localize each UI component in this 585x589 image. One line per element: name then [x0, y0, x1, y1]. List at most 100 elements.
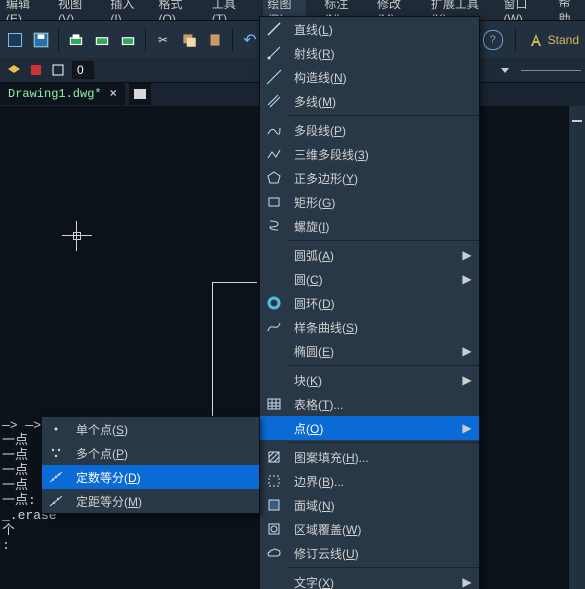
menu-item[interactable]: 圆弧(A)▶: [260, 243, 479, 267]
p3d-icon: [260, 142, 288, 166]
menu-item[interactable]: 多段线(P): [260, 118, 479, 142]
layer-box-icon[interactable]: [50, 62, 66, 78]
layer-icon[interactable]: [6, 62, 22, 78]
help-button[interactable]: ?: [483, 30, 503, 50]
draw-menu: 直线(L) 射线(R) 构造线(N) 多线(M) 多段线(P) 三维多段线(3) 正多边形(…: [259, 16, 480, 589]
menu-item[interactable]: 文字(X)▶: [260, 570, 479, 589]
donut-icon: [260, 291, 288, 315]
submenu-item[interactable]: 单个点(S): [42, 417, 259, 441]
document-tabs: Drawing1.dwg* ×: [0, 82, 151, 106]
blank-icon: [260, 416, 288, 440]
submenu-arrow-icon: ▶: [461, 373, 473, 387]
wipe-icon: [260, 517, 288, 541]
menu-item[interactable]: 构造线(N): [260, 65, 479, 89]
rect-icon: [260, 190, 288, 214]
undo-button[interactable]: ↶: [241, 31, 259, 49]
submenu-arrow-icon: ▶: [461, 344, 473, 358]
menu-item[interactable]: 多线(M): [260, 89, 479, 113]
menu-item-label: 多段线(P): [294, 122, 473, 139]
menu-item[interactable]: 表格(T)...: [260, 392, 479, 416]
submenu-item[interactable]: 定数等分(D): [42, 465, 259, 489]
standard-style[interactable]: Stand: [528, 32, 579, 48]
menu-item[interactable]: 面域(N): [260, 493, 479, 517]
menu-item-label: 块(K): [294, 372, 455, 389]
menu-item[interactable]: 圆环(D): [260, 291, 479, 315]
new-tab-button[interactable]: [129, 83, 151, 105]
menu-item-label: 螺旋(I): [294, 218, 473, 235]
blank-icon: [260, 339, 288, 363]
menu-item[interactable]: 修订云线(U): [260, 541, 479, 565]
menu-item[interactable]: 射线(R): [260, 41, 479, 65]
spline-icon: [260, 315, 288, 339]
menu-item[interactable]: 块(K) ▶: [260, 368, 479, 392]
menu-item-label: 射线(R): [294, 45, 473, 62]
new-button[interactable]: [6, 31, 24, 49]
menu-item[interactable]: 样条曲线(S): [260, 315, 479, 339]
submenu-arrow-icon: ▶: [461, 272, 473, 286]
menu-item-label: 椭圆(E): [294, 343, 455, 360]
submenu-item-label: 定数等分(D): [76, 469, 253, 486]
line-icon: [260, 17, 288, 41]
layer-name-field[interactable]: 0: [72, 61, 94, 79]
layer-state-icon[interactable]: [28, 62, 44, 78]
linetype-preview[interactable]: [521, 70, 581, 71]
menu-item[interactable]: 图案填充(H)...: [260, 445, 479, 469]
menu-item-label: 构造线(N): [294, 69, 473, 86]
cut-button[interactable]: ✂: [154, 31, 172, 49]
menu-item-label: 圆环(D): [294, 295, 473, 312]
copy-button[interactable]: [180, 31, 198, 49]
menu-item[interactable]: 点(O)▶: [260, 416, 479, 440]
hatch-icon: [260, 445, 288, 469]
bnd-icon: [260, 469, 288, 493]
dropdown-icon[interactable]: [501, 68, 509, 73]
close-tab-icon[interactable]: ×: [110, 83, 117, 105]
submenu-item[interactable]: 定距等分(M): [42, 489, 259, 513]
menu-item[interactable]: 椭圆(E) ▶: [260, 339, 479, 363]
submenu-item-label: 定距等分(M): [76, 493, 253, 510]
menu-item-label: 图案填充(H)...: [294, 449, 473, 466]
blank-icon: [260, 267, 288, 291]
region-icon: [260, 493, 288, 517]
helix-icon: [260, 214, 288, 238]
table-icon: [260, 392, 288, 416]
menu-item-label: 圆(C): [294, 271, 455, 288]
menu-item-label: 文字(X): [294, 574, 455, 589]
ptn-icon: [42, 441, 70, 465]
print-button[interactable]: [67, 31, 85, 49]
menu-item[interactable]: 边界(B)...: [260, 469, 479, 493]
submenu-item-label: 多个点(P): [76, 445, 253, 462]
menu-item[interactable]: 正多边形(Y): [260, 166, 479, 190]
right-toolstrip: [568, 106, 585, 589]
menu-item[interactable]: 矩形(G): [260, 190, 479, 214]
blank-icon: [260, 243, 288, 267]
menu-item-label: 修订云线(U): [294, 545, 473, 562]
submenu-item[interactable]: 多个点(P): [42, 441, 259, 465]
pt1-icon: [42, 417, 70, 441]
measure-icon: [42, 489, 70, 513]
save-button[interactable]: [32, 31, 50, 49]
cloud-icon: [260, 541, 288, 565]
print-preview-button[interactable]: [93, 31, 111, 49]
paste-button[interactable]: [206, 31, 224, 49]
menu-item-label: 面域(N): [294, 497, 473, 514]
menu-item[interactable]: 直线(L): [260, 17, 479, 41]
crosshair-cursor: [62, 221, 92, 251]
mline-icon: [260, 89, 288, 113]
blank-icon: [260, 570, 288, 589]
menu-item[interactable]: 三维多段线(3): [260, 142, 479, 166]
a-style-icon: [528, 32, 544, 48]
menu-item[interactable]: 螺旋(I): [260, 214, 479, 238]
menu-item-label: 多线(M): [294, 93, 473, 110]
point-submenu: 单个点(S) 多个点(P) 定数等分(D) 定距等分(M): [41, 416, 260, 514]
menu-item-label: 区域覆盖(W): [294, 521, 473, 538]
menu-item-label: 点(O): [294, 420, 455, 437]
menu-item-label: 三维多段线(3): [294, 146, 473, 163]
ray-icon: [260, 41, 288, 65]
drawing-tab[interactable]: Drawing1.dwg* ×: [0, 83, 125, 105]
xline-icon: [260, 65, 288, 89]
menu-item[interactable]: 区域覆盖(W): [260, 517, 479, 541]
menu-item-label: 直线(L): [294, 21, 473, 38]
menu-item[interactable]: 圆(C) ▶: [260, 267, 479, 291]
plot-button[interactable]: [119, 31, 137, 49]
menu-item-label: 矩形(G): [294, 194, 473, 211]
